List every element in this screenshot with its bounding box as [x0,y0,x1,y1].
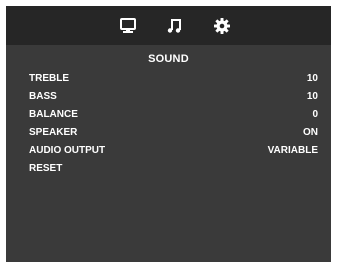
menu-item-bass[interactable]: BASS 10 [6,89,331,107]
menu-item-value: 10 [306,73,318,84]
monitor-icon [120,18,136,33]
tab-display[interactable] [117,15,139,37]
menu-item-treble[interactable]: TREBLE 10 [6,71,331,89]
menu-item-reset[interactable]: RESET [6,161,331,179]
menu-item-label: BALANCE [29,109,78,120]
music-note-icon [167,19,181,33]
menu-item-value: 10 [306,91,318,102]
menu-tab-bar [6,6,331,45]
menu-item-label: BASS [29,91,57,102]
tab-sound[interactable] [164,15,186,37]
osd-menu-panel: SOUND TREBLE 10 BASS 10 BALANCE 0 SPEAKE… [6,6,331,262]
menu-item-label: TREBLE [29,73,69,84]
menu-item-value: 0 [312,109,318,120]
sound-settings-list: TREBLE 10 BASS 10 BALANCE 0 SPEAKER ON A… [6,71,331,179]
page-title: SOUND [148,53,189,65]
menu-item-value: VARIABLE [267,145,318,156]
menu-item-label: RESET [29,163,63,174]
menu-item-audio-output[interactable]: AUDIO OUTPUT VARIABLE [6,143,331,161]
menu-item-label: AUDIO OUTPUT [29,145,106,156]
gear-icon [214,18,230,34]
menu-item-balance[interactable]: BALANCE 0 [6,107,331,125]
menu-item-label: SPEAKER [29,127,78,138]
tab-setup[interactable] [211,15,233,37]
menu-item-value: ON [303,127,318,138]
menu-item-speaker[interactable]: SPEAKER ON [6,125,331,143]
